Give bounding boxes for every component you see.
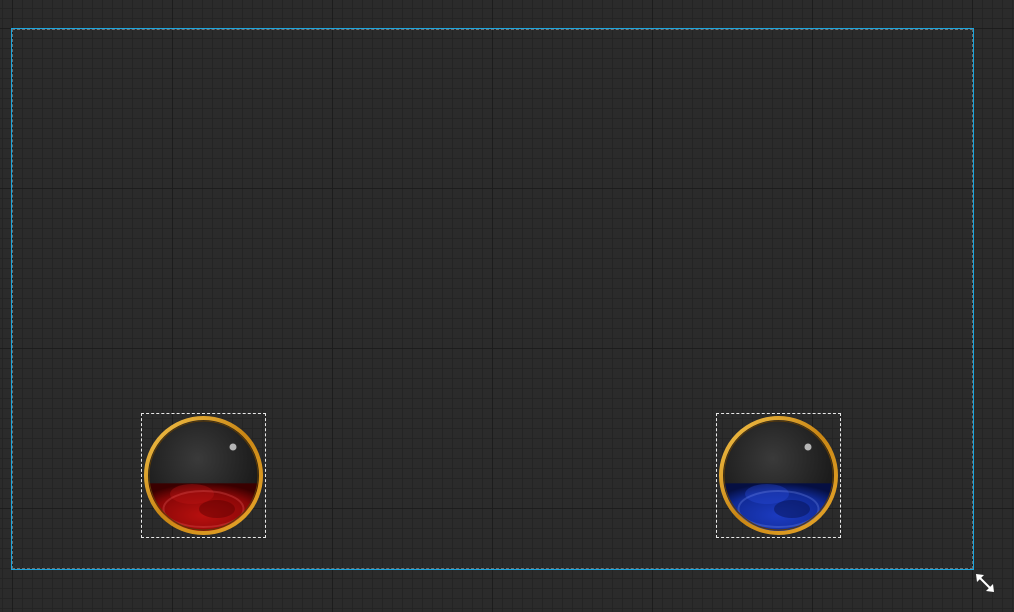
health-orb-icon [144,416,263,535]
mana-orb-icon [719,416,838,535]
design-canvas[interactable] [0,0,1014,612]
resize-diagonal-icon[interactable] [974,572,996,594]
health-orb-widget[interactable] [141,413,266,538]
mana-orb-widget[interactable] [716,413,841,538]
